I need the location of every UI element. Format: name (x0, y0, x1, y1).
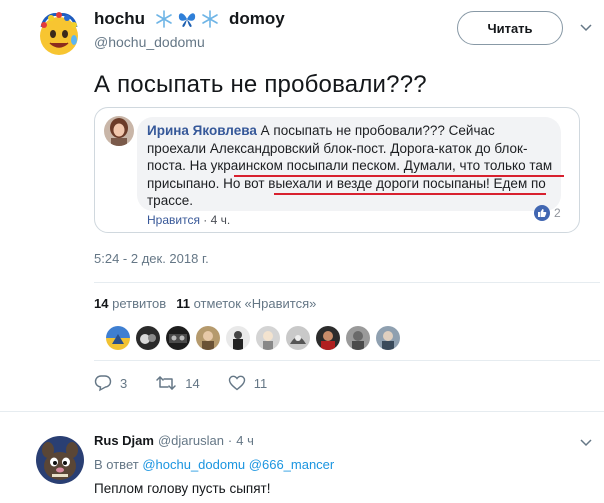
snowflake-icon (202, 10, 218, 28)
reply-author-avatar[interactable] (36, 436, 84, 484)
divider (94, 360, 600, 361)
reaction-count-value: 2 (554, 206, 561, 220)
red-underline (234, 175, 564, 177)
likes-stat[interactable]: 11 отметок «Нравится» (176, 296, 316, 311)
liker-avatar[interactable] (256, 326, 280, 350)
red-underline (274, 193, 546, 195)
like-button[interactable]: 11 (228, 374, 268, 392)
mention-link[interactable]: @hochu_dodomu (142, 457, 245, 472)
retweet-icon (156, 376, 176, 390)
reply-context: В ответ @hochu_dodomu @666_mancer (94, 457, 334, 472)
heart-icon (228, 375, 245, 391)
author-name-part1: hochu (94, 9, 145, 28)
butterfly-icon (178, 13, 196, 27)
tweet-timestamp[interactable]: 5:24 - 2 дек. 2018 г. (94, 251, 209, 266)
reply-button[interactable]: 3 (94, 374, 127, 392)
reply-author-handle[interactable]: @djaruslan (158, 433, 224, 448)
retweets-stat[interactable]: 14 ретвитов (94, 296, 166, 311)
embedded-image[interactable]: Ирина Яковлева А посыпать не пробовали??… (94, 107, 580, 233)
like-reaction-icon (534, 205, 550, 221)
reply-age[interactable]: 4 ч (236, 433, 254, 448)
reaction-count: 2 (534, 205, 561, 221)
reply-count: 3 (120, 375, 128, 391)
quote-comment-bubble: Ирина Яковлева А посыпать не пробовали??… (137, 117, 564, 211)
like-count: 11 (253, 375, 268, 391)
quote-body: Ирина Яковлева А посыпать не пробовали??… (147, 122, 555, 210)
author-name-part2: domoy (229, 9, 285, 28)
tweet-stats: 14 ретвитов 11 отметок «Нравится» (94, 296, 316, 311)
quote-author-name: Ирина Яковлева (147, 123, 257, 138)
reply-tweet[interactable]: Rus Djam @djaruslan · 4 ч В ответ @hochu… (0, 425, 604, 503)
chevron-down-icon[interactable] (580, 437, 592, 449)
tweet-text: А посыпать не пробовали??? (94, 71, 427, 98)
divider (94, 282, 600, 283)
liker-avatar[interactable] (166, 326, 190, 350)
liker-avatar[interactable] (316, 326, 340, 350)
liker-avatars (106, 326, 400, 350)
liker-avatar[interactable] (286, 326, 310, 350)
author-avatar[interactable] (34, 9, 84, 59)
tweet-header: hochu domoy @hochu_dodomu Читать (0, 0, 604, 62)
reply-prefix: В ответ (94, 457, 139, 472)
liker-avatar[interactable] (226, 326, 250, 350)
quote-footer: Нравится · 4 ч. (147, 213, 231, 227)
quote-like-label: Нравится (147, 213, 200, 227)
quote-author-avatar (104, 116, 134, 146)
liker-avatar[interactable] (106, 326, 130, 350)
reply-author-name[interactable]: Rus Djam (94, 433, 154, 448)
mention-link[interactable]: @666_mancer (249, 457, 334, 472)
divider (0, 411, 604, 412)
reply-icon (94, 375, 112, 392)
separator-dot: · (227, 433, 233, 448)
quote-age: 4 ч. (210, 213, 231, 227)
reply-header: Rus Djam @djaruslan · 4 ч (94, 433, 254, 448)
retweet-button[interactable]: 14 (155, 374, 200, 392)
liker-avatar[interactable] (196, 326, 220, 350)
author-name[interactable]: hochu domoy (94, 9, 285, 29)
reply-text: Пеплом голову пусть сыпят! (94, 481, 271, 496)
chevron-down-icon[interactable] (580, 22, 592, 34)
liker-avatar[interactable] (376, 326, 400, 350)
retweet-count: 14 (185, 375, 200, 391)
snowflake-icon (156, 10, 172, 28)
follow-button[interactable]: Читать (457, 11, 563, 45)
tweet-actions: 3 14 11 (94, 374, 295, 392)
liker-avatar[interactable] (136, 326, 160, 350)
liker-avatar[interactable] (346, 326, 370, 350)
author-handle[interactable]: @hochu_dodomu (94, 34, 205, 50)
